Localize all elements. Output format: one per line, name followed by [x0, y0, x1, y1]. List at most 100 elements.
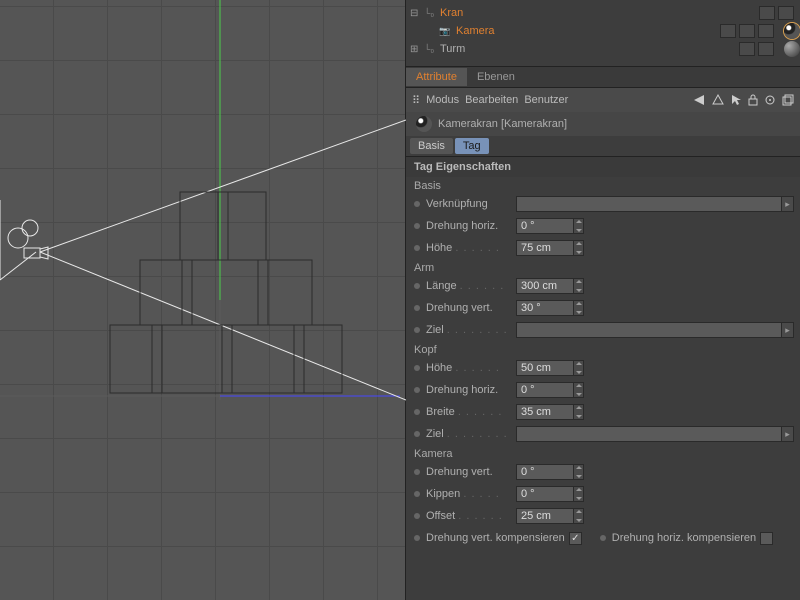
render-flag[interactable] — [739, 24, 755, 38]
value-input[interactable] — [516, 360, 574, 376]
null-icon: └₀ — [422, 42, 436, 56]
prop-kopf-drehung-horiz: Drehung horiz. — [406, 379, 800, 401]
prop-arm-drehung-vert: Drehung vert. — [406, 297, 800, 319]
prop-label: Ziel — [426, 428, 444, 440]
prop-label: Verknüpfung — [426, 198, 488, 210]
prop-label: Höhe — [426, 362, 452, 374]
target-icon[interactable] — [764, 94, 776, 106]
prop-label: Offset — [426, 510, 455, 522]
grip-icon[interactable]: ⠿ — [412, 94, 420, 107]
anim-dot-icon[interactable] — [600, 535, 606, 541]
panel-tabs: Attribute Ebenen — [406, 66, 800, 88]
nav-back-icon[interactable] — [692, 94, 706, 106]
anim-dot-icon[interactable] — [414, 469, 420, 475]
link-picker-button[interactable]: ▸ — [782, 426, 794, 442]
group-kopf: Kopf — [406, 341, 800, 357]
checkbox-horiz-komp[interactable] — [760, 532, 773, 545]
prop-kam-offset: Offset . . . . . . — [406, 505, 800, 527]
prop-label: Drehung horiz. — [426, 220, 498, 232]
anim-dot-icon[interactable] — [414, 535, 420, 541]
anim-dot-icon[interactable] — [414, 409, 420, 415]
spinner[interactable] — [574, 486, 584, 502]
prop-label: Ziel — [426, 324, 444, 336]
subtab-tag[interactable]: Tag — [455, 138, 489, 154]
visibility-flag[interactable] — [759, 6, 775, 20]
material-tag-icon[interactable] — [784, 41, 800, 57]
link-field[interactable] — [516, 196, 782, 212]
anim-dot-icon[interactable] — [414, 283, 420, 289]
menu-benutzer[interactable]: Benutzer — [524, 94, 568, 106]
render-flag[interactable] — [778, 6, 794, 20]
prop-kam-drehung-vert: Drehung vert. — [406, 461, 800, 483]
nav-up-icon[interactable] — [712, 94, 724, 106]
prop-verknuepfung: Verknüpfung ▸ — [406, 193, 800, 215]
value-input[interactable] — [516, 240, 574, 256]
object-label[interactable]: Turm — [440, 43, 739, 55]
new-window-icon[interactable] — [782, 94, 794, 106]
anim-dot-icon[interactable] — [414, 245, 420, 251]
hierarchy-row-turm[interactable]: ⊞ └₀ Turm — [406, 40, 800, 58]
camera-crane-tag-icon[interactable] — [784, 23, 800, 39]
link-field[interactable] — [516, 426, 782, 442]
group-basis: Basis — [406, 177, 800, 193]
object-manager[interactable]: ⊟ └₀ Kran 📷 Kamera ⊞ └₀ Turm — [406, 0, 800, 66]
spinner[interactable] — [574, 300, 584, 316]
value-input[interactable] — [516, 218, 574, 234]
link-picker-button[interactable]: ▸ — [782, 322, 794, 338]
anim-dot-icon[interactable] — [414, 513, 420, 519]
visibility-flag[interactable] — [720, 24, 736, 38]
anim-dot-icon[interactable] — [414, 327, 420, 333]
spinner[interactable] — [574, 240, 584, 256]
anim-dot-icon[interactable] — [414, 431, 420, 437]
spinner[interactable] — [574, 508, 584, 524]
viewport[interactable] — [0, 0, 406, 600]
anim-dot-icon[interactable] — [414, 491, 420, 497]
subtab-basis[interactable]: Basis — [410, 138, 453, 154]
prop-basis-hoehe: Höhe . . . . . . — [406, 237, 800, 259]
object-label[interactable]: Kran — [440, 7, 759, 19]
anim-dot-icon[interactable] — [414, 387, 420, 393]
spinner[interactable] — [574, 382, 584, 398]
prop-kopf-breite: Breite . . . . . . — [406, 401, 800, 423]
value-input[interactable] — [516, 464, 574, 480]
object-label[interactable]: Kamera — [456, 25, 720, 37]
spinner[interactable] — [574, 464, 584, 480]
nav-cursor-icon[interactable] — [730, 94, 742, 106]
spinner[interactable] — [574, 360, 584, 376]
tab-ebenen[interactable]: Ebenen — [467, 68, 525, 86]
anim-dot-icon[interactable] — [414, 365, 420, 371]
link-field[interactable] — [516, 322, 782, 338]
lock-icon[interactable] — [748, 94, 758, 106]
value-input[interactable] — [516, 508, 574, 524]
prop-label: Kippen — [426, 488, 460, 500]
value-input[interactable] — [516, 486, 574, 502]
camera-icon: 📷 — [438, 24, 452, 38]
layer-flag[interactable] — [758, 24, 774, 38]
link-picker-button[interactable]: ▸ — [782, 196, 794, 212]
tab-attribute[interactable]: Attribute — [406, 68, 467, 86]
value-input[interactable] — [516, 300, 574, 316]
spinner[interactable] — [574, 278, 584, 294]
anim-dot-icon[interactable] — [414, 223, 420, 229]
prop-kam-compensate: Drehung vert. kompensieren ✓ Drehung hor… — [406, 527, 800, 549]
menu-bearbeiten[interactable]: Bearbeiten — [465, 94, 518, 106]
anim-dot-icon[interactable] — [414, 201, 420, 207]
render-flag[interactable] — [758, 42, 774, 56]
value-input[interactable] — [516, 404, 574, 420]
value-input[interactable] — [516, 278, 574, 294]
value-input[interactable] — [516, 382, 574, 398]
spinner[interactable] — [574, 218, 584, 234]
prop-label: Drehung horiz. kompensieren — [612, 532, 756, 544]
visibility-flag[interactable] — [739, 42, 755, 56]
hierarchy-row-kamera[interactable]: 📷 Kamera — [406, 22, 800, 40]
prop-label: Höhe — [426, 242, 452, 254]
anim-dot-icon[interactable] — [414, 305, 420, 311]
menu-modus[interactable]: Modus — [426, 94, 459, 106]
expand-toggle-icon[interactable]: ⊞ — [410, 44, 422, 55]
hierarchy-row-kran[interactable]: ⊟ └₀ Kran — [406, 4, 800, 22]
expand-toggle-icon[interactable]: ⊟ — [410, 8, 422, 19]
checkbox-vert-komp[interactable]: ✓ — [569, 532, 582, 545]
spinner[interactable] — [574, 404, 584, 420]
prop-kopf-hoehe: Höhe . . . . . . — [406, 357, 800, 379]
attribute-object-header: Kamerakran [Kamerakran] — [406, 112, 800, 136]
